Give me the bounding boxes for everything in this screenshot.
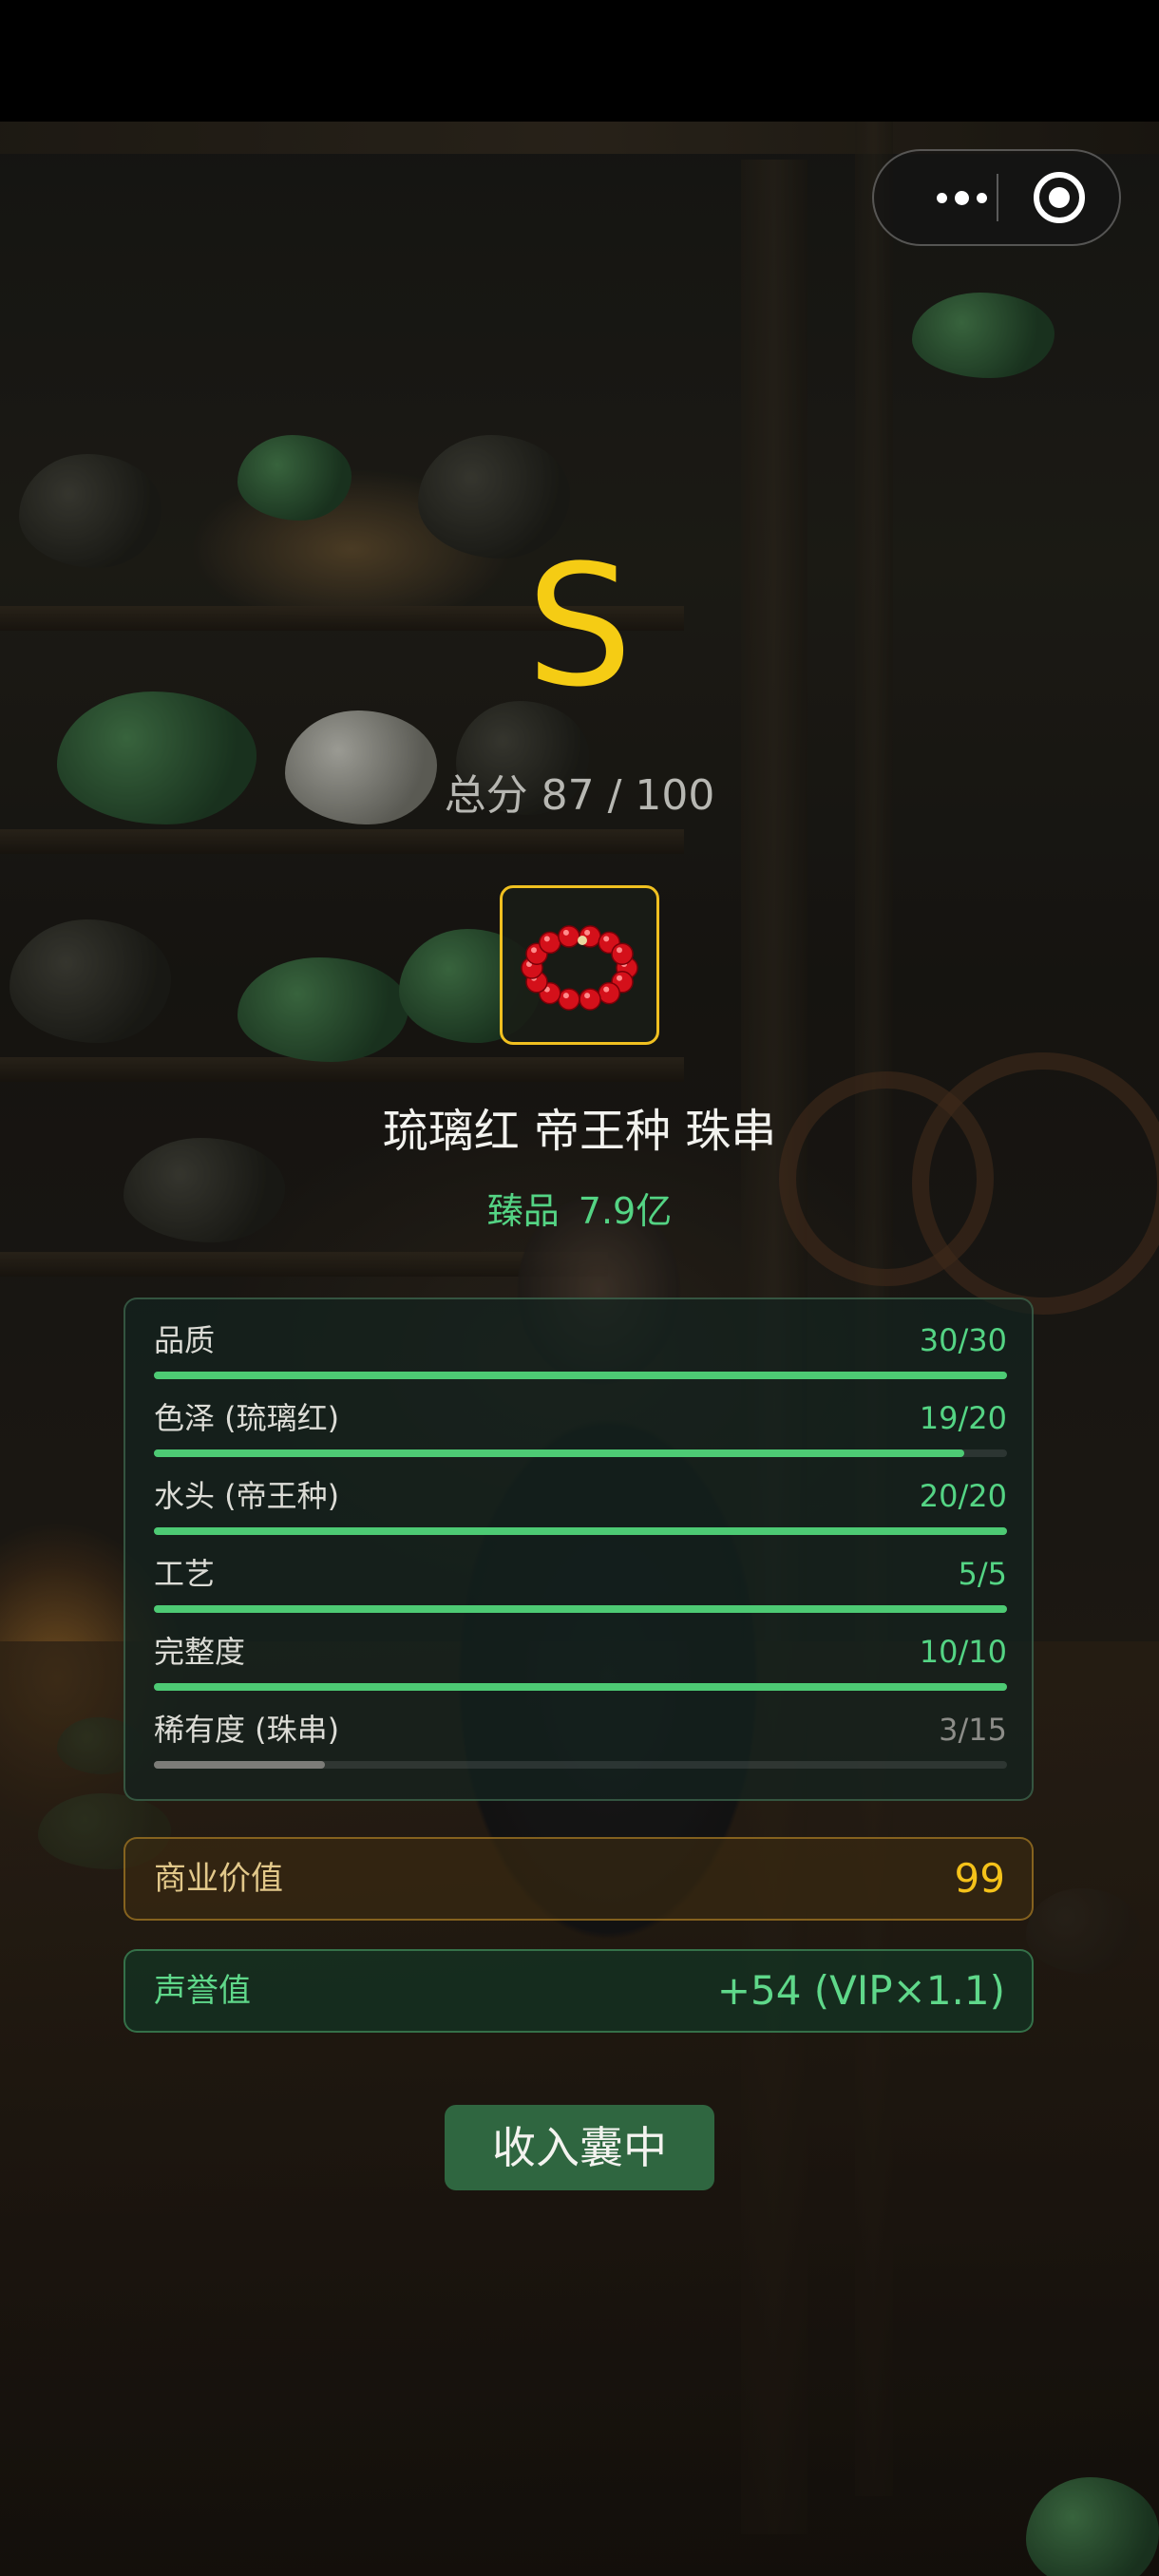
stat-track [154, 1372, 1007, 1379]
bead-highlight [584, 993, 591, 999]
commercial-value-label: 商业价值 [154, 1860, 283, 1898]
stat-label: 完整度 [154, 1634, 246, 1670]
bead [558, 988, 580, 1011]
commercial-value-row: 商业价值 99 [124, 1837, 1034, 1921]
bead [539, 931, 561, 955]
tier-price-line: 臻品 7.9亿 [0, 1185, 1159, 1237]
bead-highlight [617, 947, 622, 954]
item-thumbnail [500, 885, 659, 1045]
bead-highlight [603, 936, 610, 942]
stat-label: 水头 (帝王种) [154, 1478, 340, 1514]
stat-fill [154, 1761, 325, 1769]
stat-row: 水头 (帝王种) 20/20 [154, 1472, 1007, 1550]
stat-row: 色泽 (琉璃红) 19/20 [154, 1394, 1007, 1472]
stat-fill [154, 1449, 965, 1457]
collect-button[interactable]: 收入囊中 [445, 2105, 714, 2190]
grade-letter: S [526, 529, 633, 724]
bead-highlight [531, 947, 537, 954]
bead [598, 981, 620, 1005]
stat-track [154, 1527, 1007, 1535]
stat-track [154, 1683, 1007, 1691]
stat-value: 10/10 [919, 1634, 1007, 1670]
bead-highlight [543, 936, 550, 942]
bead [611, 942, 634, 965]
stat-fill [154, 1683, 1007, 1691]
stat-fill [154, 1605, 1007, 1613]
stat-track [154, 1761, 1007, 1769]
commercial-value: 99 [954, 1855, 1005, 1902]
stat-value: 20/20 [919, 1478, 1007, 1514]
stat-label: 色泽 (琉璃红) [154, 1400, 340, 1436]
bead [558, 925, 580, 948]
capsule-divider [997, 174, 998, 221]
more-dots-icon[interactable] [914, 151, 1009, 244]
price-label: 7.9亿 [578, 1190, 673, 1232]
reputation-value: +54 (VIP×1.1) [716, 1967, 1005, 2014]
stat-fill [154, 1527, 1007, 1535]
bead-highlight [562, 993, 569, 999]
total-score: 总分 87 / 100 [444, 771, 715, 820]
stat-row: 稀有度 (珠串) 3/15 [154, 1706, 1007, 1784]
stat-track [154, 1449, 1007, 1457]
stats-panel: 品质 30/30 色泽 (琉璃红) 19/20 水头 (帝王种) 20/20 工… [124, 1297, 1034, 1801]
red-bead-bracelet-icon [521, 925, 638, 1011]
tier-label: 臻品 [486, 1190, 560, 1232]
stat-value: 19/20 [919, 1400, 1007, 1436]
stat-row: 工艺 5/5 [154, 1550, 1007, 1628]
stat-track [154, 1605, 1007, 1613]
stat-label: 工艺 [154, 1556, 216, 1592]
stat-label: 品质 [154, 1322, 216, 1358]
stat-fill [154, 1372, 1007, 1379]
bead-highlight [617, 975, 622, 981]
bead-highlight [603, 986, 610, 993]
stat-value: 5/5 [958, 1556, 1008, 1592]
target-circle-icon[interactable] [1034, 172, 1085, 223]
stat-value: 3/15 [939, 1712, 1007, 1748]
bead-highlight [562, 929, 569, 936]
reputation-label: 声誉值 [154, 1972, 251, 2010]
miniprogram-capsule [872, 149, 1121, 246]
item-name: 琉璃红 帝王种 珠串 [382, 1105, 777, 1158]
game-result-screen: S 总分 87 / 100 琉璃红 帝王种 珠串 臻品 7.9亿 品质 30/30… [0, 0, 1159, 2576]
stat-label: 稀有度 (珠串) [154, 1712, 340, 1748]
stat-row: 完整度 10/10 [154, 1628, 1007, 1706]
reputation-row: 声誉值 +54 (VIP×1.1) [124, 1949, 1034, 2033]
bead-highlight [584, 929, 591, 936]
stat-value: 30/30 [919, 1322, 1007, 1358]
stat-row: 品质 30/30 [154, 1316, 1007, 1394]
bead [579, 988, 601, 1011]
